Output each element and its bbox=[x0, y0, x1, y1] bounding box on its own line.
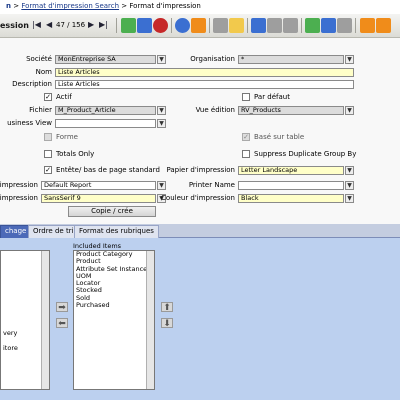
toolbar-separator bbox=[301, 18, 302, 33]
record-count: 47 / 156 bbox=[56, 21, 86, 29]
breadcrumb: n > Format d'impression Search > Format … bbox=[0, 0, 400, 14]
refresh-icon[interactable] bbox=[175, 18, 190, 33]
chevron-down-icon[interactable]: ▼ bbox=[345, 106, 354, 115]
couleur-field[interactable]: Black bbox=[238, 194, 344, 203]
chevron-down-icon[interactable]: ▼ bbox=[345, 55, 354, 64]
police-label: d'impression bbox=[0, 194, 38, 202]
attachment-icon[interactable] bbox=[213, 18, 228, 33]
breadcrumb-current: Format d'impression bbox=[129, 2, 201, 10]
breadcrumb-separator: > bbox=[121, 2, 128, 10]
organisation-label: Organisation bbox=[190, 55, 235, 63]
police-field[interactable]: SansSerif 9 bbox=[41, 194, 156, 203]
next-record-icon[interactable]: ▶ bbox=[88, 20, 94, 29]
nom-field[interactable]: Liste Articles bbox=[55, 68, 354, 77]
totals-only-checkbox[interactable] bbox=[44, 150, 52, 158]
history-icon[interactable] bbox=[267, 18, 282, 33]
vue-edition-label: Vue édition bbox=[195, 106, 235, 114]
items-panel: very itore ➡ ⬅ Included Items Product Ca… bbox=[0, 238, 400, 400]
scrollbar[interactable] bbox=[41, 251, 49, 389]
chevron-down-icon[interactable]: ▼ bbox=[157, 55, 166, 64]
nom-label: Nom bbox=[35, 68, 52, 76]
societe-field[interactable]: MonEntreprise SA bbox=[55, 55, 156, 64]
last-record-icon[interactable]: ▶| bbox=[99, 20, 108, 29]
suppress-duplicate-checkbox[interactable] bbox=[242, 150, 250, 158]
toolbar-separator bbox=[171, 18, 172, 33]
window-title: ession bbox=[0, 21, 29, 30]
parent-record-icon[interactable] bbox=[360, 18, 375, 33]
par-defaut-label: Par défaut bbox=[254, 93, 290, 101]
description-label: Description bbox=[12, 80, 52, 88]
format-impression-label: d'impression bbox=[0, 181, 38, 189]
first-record-icon[interactable]: |◀ bbox=[32, 20, 41, 29]
organisation-field[interactable]: * bbox=[238, 55, 344, 64]
actif-label: Actif bbox=[56, 93, 72, 101]
par-defaut-checkbox[interactable] bbox=[242, 93, 250, 101]
previous-record-icon[interactable]: ◀ bbox=[46, 20, 52, 29]
included-items-list[interactable]: Product Category Product Attribute Set I… bbox=[73, 250, 155, 390]
breadcrumb-link-search[interactable]: Format d'impression Search bbox=[21, 2, 119, 10]
actif-checkbox[interactable]: ✓ bbox=[44, 93, 52, 101]
entete-checkbox[interactable]: ✓ bbox=[44, 166, 52, 174]
chevron-down-icon[interactable]: ▼ bbox=[345, 194, 354, 203]
toolbar-separator bbox=[355, 18, 356, 33]
fichier-label: Fichier bbox=[29, 106, 52, 114]
fichier-field[interactable]: M_Product_Article bbox=[55, 106, 156, 115]
couleur-label: Couleur d'impression bbox=[161, 194, 235, 202]
arrow-right-icon[interactable]: ➡ bbox=[56, 302, 68, 313]
find-icon[interactable] bbox=[321, 18, 336, 33]
entete-label: Entête/ bas de page standard bbox=[56, 166, 160, 174]
business-view-field[interactable] bbox=[55, 119, 156, 128]
papier-field[interactable]: Letter Landscape bbox=[238, 166, 344, 175]
new-record-icon[interactable] bbox=[121, 18, 136, 33]
record-form: Société MonEntreprise SA ▼ Organisation … bbox=[0, 38, 400, 224]
base-sur-table-label: Basé sur table bbox=[254, 133, 305, 141]
chevron-down-icon[interactable]: ▼ bbox=[157, 119, 166, 128]
undo-icon[interactable] bbox=[191, 18, 206, 33]
arrow-down-icon[interactable]: ⬇ bbox=[161, 318, 173, 329]
forme-label: Forme bbox=[56, 133, 78, 141]
tab-format-des-rubriques[interactable]: Format des rubriques bbox=[74, 225, 159, 238]
vue-edition-field[interactable]: RV_Products bbox=[238, 106, 344, 115]
chevron-down-icon[interactable]: ▼ bbox=[345, 166, 354, 175]
description-field[interactable]: Liste Articles bbox=[55, 80, 354, 89]
toolbar: ession |◀ ◀ 47 / 156 ▶ ▶| bbox=[0, 14, 400, 38]
save-icon[interactable] bbox=[137, 18, 152, 33]
toolbar-separator bbox=[116, 18, 117, 33]
tab-ordre-de-tri[interactable]: Ordre de tri bbox=[28, 225, 79, 238]
papier-label: Papier d'impression bbox=[166, 166, 235, 174]
tab-bar: chage Ordre de tri Format des rubriques bbox=[0, 224, 400, 238]
totals-only-label: Totals Only bbox=[56, 150, 95, 158]
list-item[interactable]: Purchased bbox=[76, 301, 152, 309]
chevron-down-icon[interactable]: ▼ bbox=[157, 181, 166, 190]
scrollbar[interactable] bbox=[146, 251, 154, 389]
delete-icon[interactable] bbox=[153, 18, 168, 33]
base-sur-table-checkbox[interactable]: ✓ bbox=[242, 133, 250, 141]
format-impression-field[interactable]: Default Report bbox=[41, 181, 156, 190]
note-icon[interactable] bbox=[229, 18, 244, 33]
chevron-down-icon[interactable]: ▼ bbox=[157, 106, 166, 115]
breadcrumb-home[interactable]: n bbox=[6, 2, 11, 10]
detail-record-icon[interactable] bbox=[376, 18, 391, 33]
suppress-duplicate-label: Suppress Duplicate Group By bbox=[254, 150, 357, 158]
print-icon[interactable] bbox=[283, 18, 298, 33]
chevron-down-icon[interactable]: ▼ bbox=[345, 181, 354, 190]
societe-label: Société bbox=[26, 55, 52, 63]
copie-button[interactable]: Copie / crée bbox=[68, 206, 156, 217]
report-icon[interactable] bbox=[337, 18, 352, 33]
arrow-left-icon[interactable]: ⬅ bbox=[56, 318, 68, 329]
business-view-label: usiness View bbox=[7, 119, 52, 127]
forme-checkbox[interactable] bbox=[44, 133, 52, 141]
zoom-across-icon[interactable] bbox=[305, 18, 320, 33]
breadcrumb-separator: > bbox=[13, 2, 20, 10]
printer-name-label: Printer Name bbox=[188, 181, 235, 189]
grid-toggle-icon[interactable] bbox=[251, 18, 266, 33]
printer-name-field[interactable] bbox=[238, 181, 344, 190]
toolbar-separator bbox=[247, 18, 248, 33]
included-items-title: Included Items bbox=[73, 242, 122, 250]
toolbar-separator bbox=[209, 18, 210, 33]
arrow-up-icon[interactable]: ⬆ bbox=[161, 302, 173, 313]
tab-affichage[interactable]: chage bbox=[0, 225, 32, 238]
